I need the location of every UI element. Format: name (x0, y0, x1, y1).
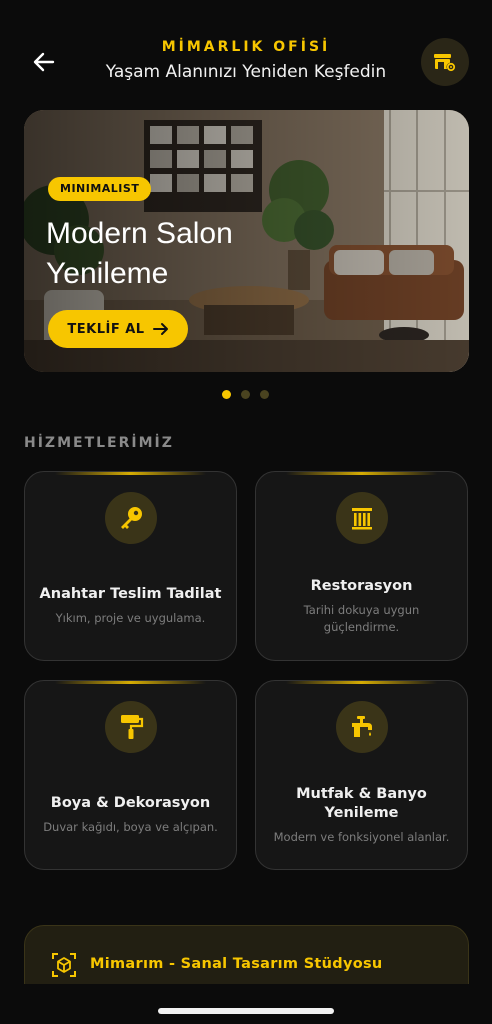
hero-title: Modern Salon Yenileme (46, 217, 233, 290)
store-settings-icon (434, 54, 456, 72)
column-icon (336, 492, 388, 544)
virtual-studio-label: Mimarım - Sanal Tasarım Stüdyosu (90, 956, 383, 972)
card-title: Mutfak & Banyo Yenileme (296, 785, 427, 821)
arrow-right-icon (152, 323, 168, 335)
card-title: Boya & Dekorasyon (50, 795, 211, 811)
card-body: Boya & Dekorasyon Duvar kağıdı, boya ve … (35, 773, 226, 857)
card-title: Restorasyon (310, 577, 413, 594)
card-description: Duvar kağıdı, boya ve alçıpan. (43, 820, 218, 834)
card-body: Anahtar Teslim Tadilat Yıkım, proje ve u… (35, 564, 226, 648)
header: MİMARLIK OFİSİ Yaşam Alanınızı Yeniden K… (0, 0, 492, 100)
card-description: Tarihi dokuya uygun güçlendirme. (303, 602, 420, 634)
bottom-safe-area (0, 984, 492, 1024)
store-settings-button[interactable] (421, 38, 469, 86)
services-heading: HİZMETLERİMİZ (24, 435, 174, 451)
card-accent-line (55, 472, 206, 475)
carousel-dot[interactable] (260, 390, 269, 399)
card-accent-line (286, 472, 437, 475)
service-card-turnkey[interactable]: Anahtar Teslim Tadilat Yıkım, proje ve u… (24, 471, 237, 661)
style-badge: MINIMALIST (48, 177, 152, 201)
paint-roller-icon (105, 701, 157, 753)
card-accent-line (286, 681, 437, 684)
get-quote-button[interactable]: TEKLİF AL (48, 310, 188, 348)
card-description: Modern ve fonksiyonel alanlar. (273, 829, 450, 844)
card-body: Restorasyon Tarihi dokuya uygun güçlendi… (266, 564, 457, 648)
key-icon (105, 492, 157, 544)
cube-icon (51, 952, 77, 978)
home-indicator[interactable] (158, 1008, 334, 1014)
card-accent-line (55, 681, 206, 684)
page-subtitle: Yaşam Alanınızı Yeniden Keşfedin (105, 62, 387, 82)
card-title: Anahtar Teslim Tadilat (39, 586, 222, 602)
service-card-paint[interactable]: Boya & Dekorasyon Duvar kağıdı, boya ve … (24, 680, 237, 870)
brand-title: MİMARLIK OFİSİ (161, 39, 331, 55)
carousel-dot[interactable] (241, 390, 250, 399)
card-body: Mutfak & Banyo Yenileme Modern ve fonksi… (266, 773, 457, 857)
back-arrow-icon[interactable] (28, 46, 60, 78)
service-card-restoration[interactable]: Restorasyon Tarihi dokuya uygun güçlendi… (255, 471, 468, 661)
service-card-kitchen-bath[interactable]: Mutfak & Banyo Yenileme Modern ve fonksi… (255, 680, 468, 870)
carousel-dot[interactable] (222, 390, 231, 399)
get-quote-label: TEKLİF AL (67, 321, 145, 337)
carousel-indicator (222, 390, 269, 399)
hero-banner[interactable]: MINIMALIST Modern Salon Yenileme TEKLİF … (24, 110, 469, 372)
faucet-icon (336, 701, 388, 753)
card-description: Yıkım, proje ve uygulama. (55, 611, 206, 625)
